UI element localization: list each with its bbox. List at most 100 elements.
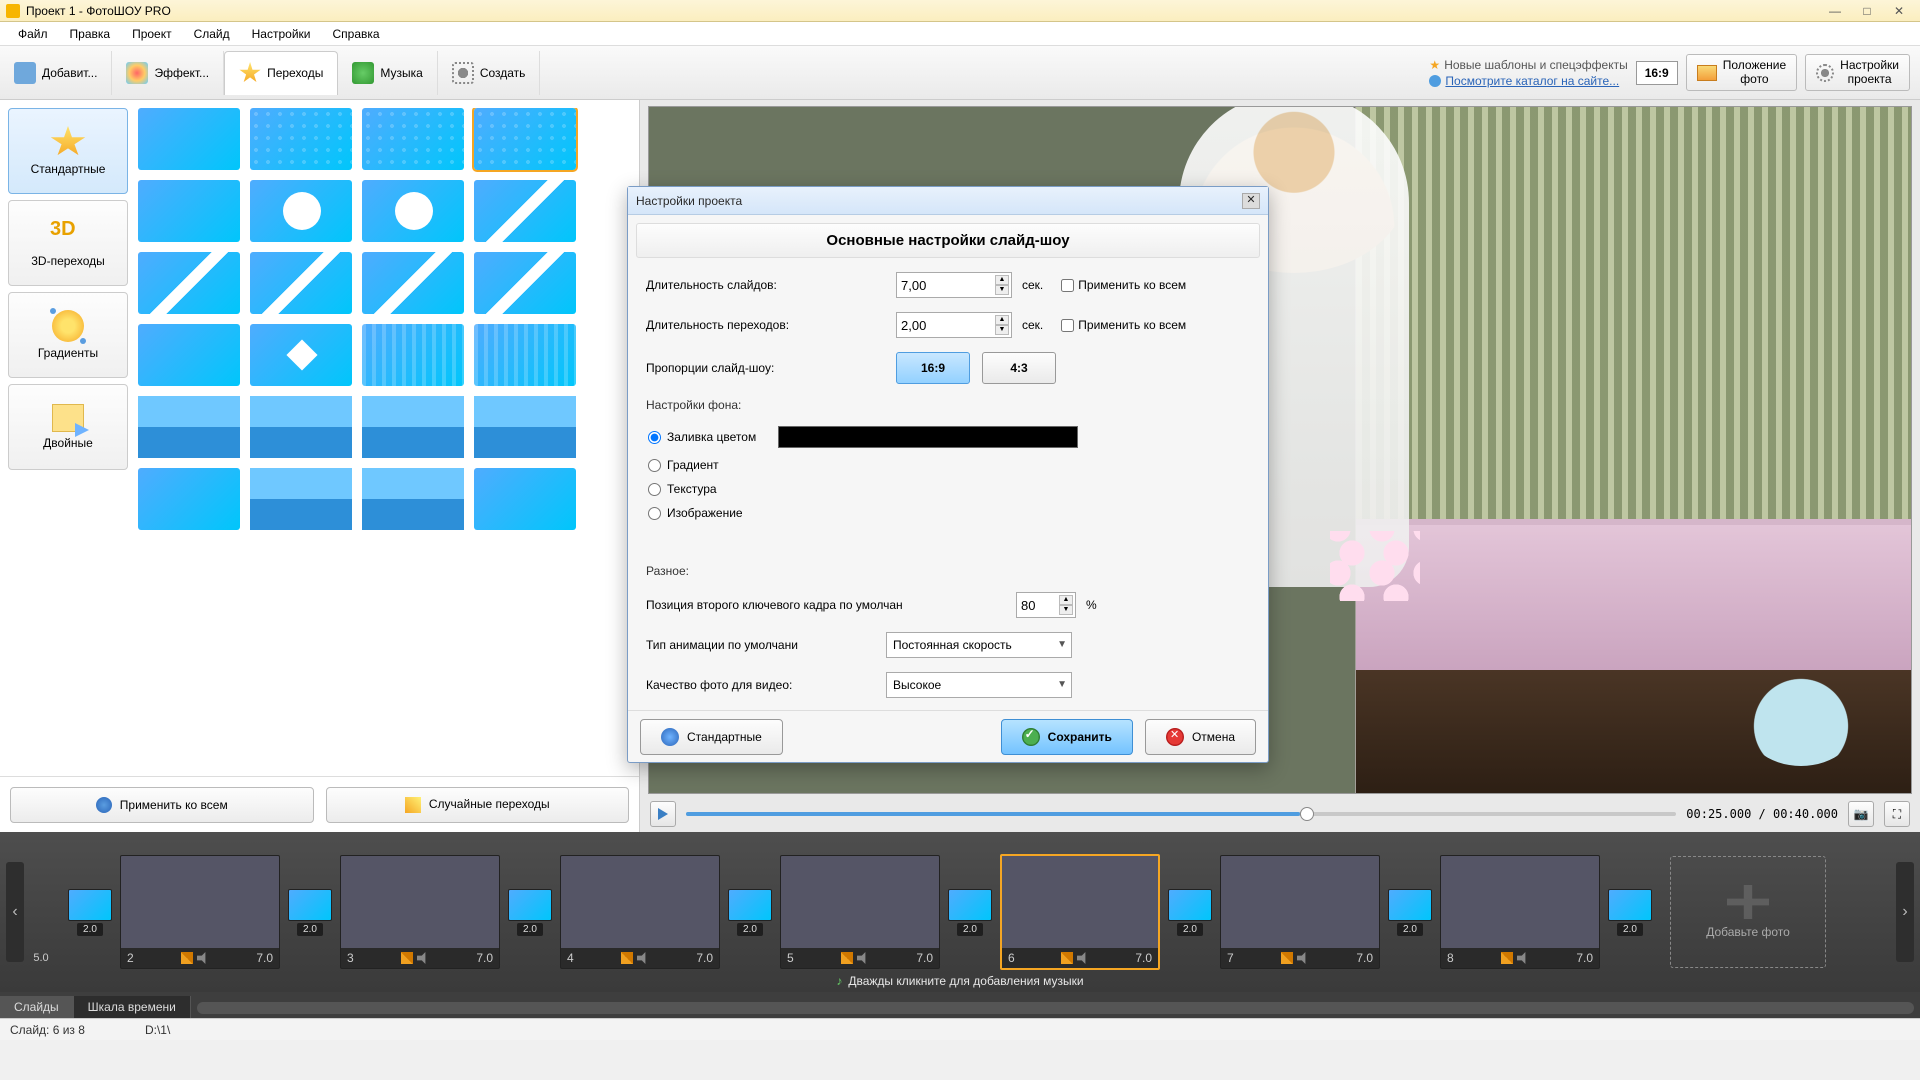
transition-thumb[interactable] — [138, 468, 240, 530]
seek-bar[interactable] — [686, 812, 1676, 816]
toolbar-add-button[interactable]: Добавит... — [0, 51, 112, 95]
bg-image-radio[interactable] — [648, 507, 661, 520]
category-double[interactable]: Двойные — [8, 384, 128, 470]
transition-chip[interactable]: 2.0 — [1164, 889, 1216, 936]
dialog-close-button[interactable]: ✕ — [1242, 193, 1260, 209]
timeline-scrollbar[interactable] — [197, 1002, 1914, 1014]
category-3d[interactable]: 3D3D-переходы — [8, 200, 128, 286]
window-minimize-button[interactable]: — — [1820, 3, 1850, 19]
transition-thumb[interactable] — [474, 108, 576, 170]
keyframe-input[interactable]: ▲▼ — [1016, 592, 1076, 618]
transition-thumb[interactable] — [250, 396, 352, 458]
transition-thumb[interactable] — [138, 324, 240, 386]
speaker-icon[interactable] — [857, 952, 869, 964]
spinner-up-icon[interactable]: ▲ — [995, 315, 1009, 325]
transition-thumb[interactable] — [138, 396, 240, 458]
transition-thumb[interactable] — [138, 108, 240, 170]
apply-to-all-button[interactable]: Применить ко всем — [10, 787, 314, 823]
quality-select[interactable]: Высокое▼ — [886, 672, 1072, 698]
transition-duration-input[interactable]: ▲▼ — [896, 312, 1012, 338]
bg-color-swatch[interactable] — [778, 426, 1078, 448]
category-gradients[interactable]: Градиенты — [8, 292, 128, 378]
tip-catalog-link[interactable]: Посмотрите каталог на сайте... — [1429, 74, 1627, 88]
random-transitions-button[interactable]: Случайные переходы — [326, 787, 630, 823]
speaker-icon[interactable] — [1297, 952, 1309, 964]
spinner-up-icon[interactable]: ▲ — [1059, 595, 1073, 605]
aspect-ratio-indicator[interactable]: 16:9 — [1636, 61, 1678, 85]
cancel-button[interactable]: Отмена — [1145, 719, 1256, 755]
speaker-icon[interactable] — [1077, 952, 1089, 964]
menu-edit[interactable]: Правка — [60, 24, 121, 44]
defaults-button[interactable]: Стандартные — [640, 719, 783, 755]
toolbar-create-button[interactable]: Создать — [438, 51, 541, 95]
snapshot-button[interactable]: 📷 — [1848, 801, 1874, 827]
transition-chip[interactable]: 2.0 — [1384, 889, 1436, 936]
timeline-scroll-right[interactable]: › — [1896, 862, 1914, 962]
transition-thumb[interactable] — [474, 252, 576, 314]
menu-project[interactable]: Проект — [122, 24, 182, 44]
transition-thumb[interactable] — [250, 108, 352, 170]
slide-card[interactable]: 27.0 — [120, 855, 280, 969]
transition-thumb[interactable] — [138, 252, 240, 314]
window-maximize-button[interactable]: □ — [1852, 3, 1882, 19]
play-button[interactable] — [650, 801, 676, 827]
project-settings-button[interactable]: Настройкипроекта — [1805, 54, 1910, 90]
slide-card[interactable]: 47.0 — [560, 855, 720, 969]
transition-chip[interactable]: 2.0 — [944, 889, 996, 936]
speaker-icon[interactable] — [197, 952, 209, 964]
pencil-icon[interactable] — [621, 952, 633, 964]
transition-thumb[interactable] — [250, 252, 352, 314]
save-button[interactable]: Сохранить — [1001, 719, 1133, 755]
slide-card[interactable]: 57.0 — [780, 855, 940, 969]
dialog-titlebar[interactable]: Настройки проекта ✕ — [628, 187, 1268, 215]
toolbar-transitions-button[interactable]: Переходы — [224, 51, 338, 95]
transition-thumb[interactable] — [250, 180, 352, 242]
transition-thumb[interactable] — [250, 468, 352, 530]
transition-chip[interactable]: 2.0 — [284, 889, 336, 936]
transition-thumb[interactable] — [474, 324, 576, 386]
apply-all-slides-checkbox[interactable]: Применить ко всем — [1061, 278, 1186, 292]
music-track-hint[interactable]: ♪ Дважды кликните для добавления музыки — [0, 974, 1920, 988]
photo-position-button[interactable]: Положениефото — [1686, 54, 1797, 90]
transition-thumb[interactable] — [362, 324, 464, 386]
ratio-16-9-button[interactable]: 16:9 — [896, 352, 970, 384]
slide-card[interactable]: 37.0 — [340, 855, 500, 969]
speaker-icon[interactable] — [417, 952, 429, 964]
bg-gradient-radio[interactable] — [648, 459, 661, 472]
toolbar-music-button[interactable]: Музыка — [338, 51, 437, 95]
transition-chip[interactable]: 2.0 — [724, 889, 776, 936]
bg-texture-radio[interactable] — [648, 483, 661, 496]
pencil-icon[interactable] — [1281, 952, 1293, 964]
transition-thumb[interactable] — [362, 180, 464, 242]
transition-thumb[interactable] — [138, 180, 240, 242]
spinner-up-icon[interactable]: ▲ — [995, 275, 1009, 285]
transition-chip[interactable]: 2.0 — [504, 889, 556, 936]
pencil-icon[interactable] — [401, 952, 413, 964]
speaker-icon[interactable] — [637, 952, 649, 964]
tab-timeline[interactable]: Шкала времени — [74, 996, 191, 1018]
spinner-down-icon[interactable]: ▼ — [995, 285, 1009, 295]
menu-slide[interactable]: Слайд — [184, 24, 240, 44]
transition-thumb[interactable] — [250, 324, 352, 386]
transition-thumb[interactable] — [362, 468, 464, 530]
slide-card[interactable]: 77.0 — [1220, 855, 1380, 969]
bg-fill-radio[interactable] — [648, 431, 661, 444]
transition-thumb[interactable] — [362, 108, 464, 170]
pencil-icon[interactable] — [841, 952, 853, 964]
pencil-icon[interactable] — [181, 952, 193, 964]
slide-duration-input[interactable]: ▲▼ — [896, 272, 1012, 298]
pencil-icon[interactable] — [1501, 952, 1513, 964]
transition-thumb[interactable] — [474, 180, 576, 242]
transition-thumb[interactable] — [362, 396, 464, 458]
add-photo-button[interactable]: Добавьте фото — [1670, 856, 1826, 968]
menu-file[interactable]: Файл — [8, 24, 58, 44]
pencil-icon[interactable] — [1061, 952, 1073, 964]
timeline-scroll-left[interactable]: ‹ — [6, 862, 24, 962]
anim-type-select[interactable]: Постоянная скорость▼ — [886, 632, 1072, 658]
window-close-button[interactable]: ✕ — [1884, 3, 1914, 19]
apply-all-transitions-checkbox[interactable]: Применить ко всем — [1061, 318, 1186, 332]
transition-thumb[interactable] — [362, 252, 464, 314]
spinner-down-icon[interactable]: ▼ — [1059, 605, 1073, 615]
category-standard[interactable]: Стандартные — [8, 108, 128, 194]
ratio-4-3-button[interactable]: 4:3 — [982, 352, 1056, 384]
